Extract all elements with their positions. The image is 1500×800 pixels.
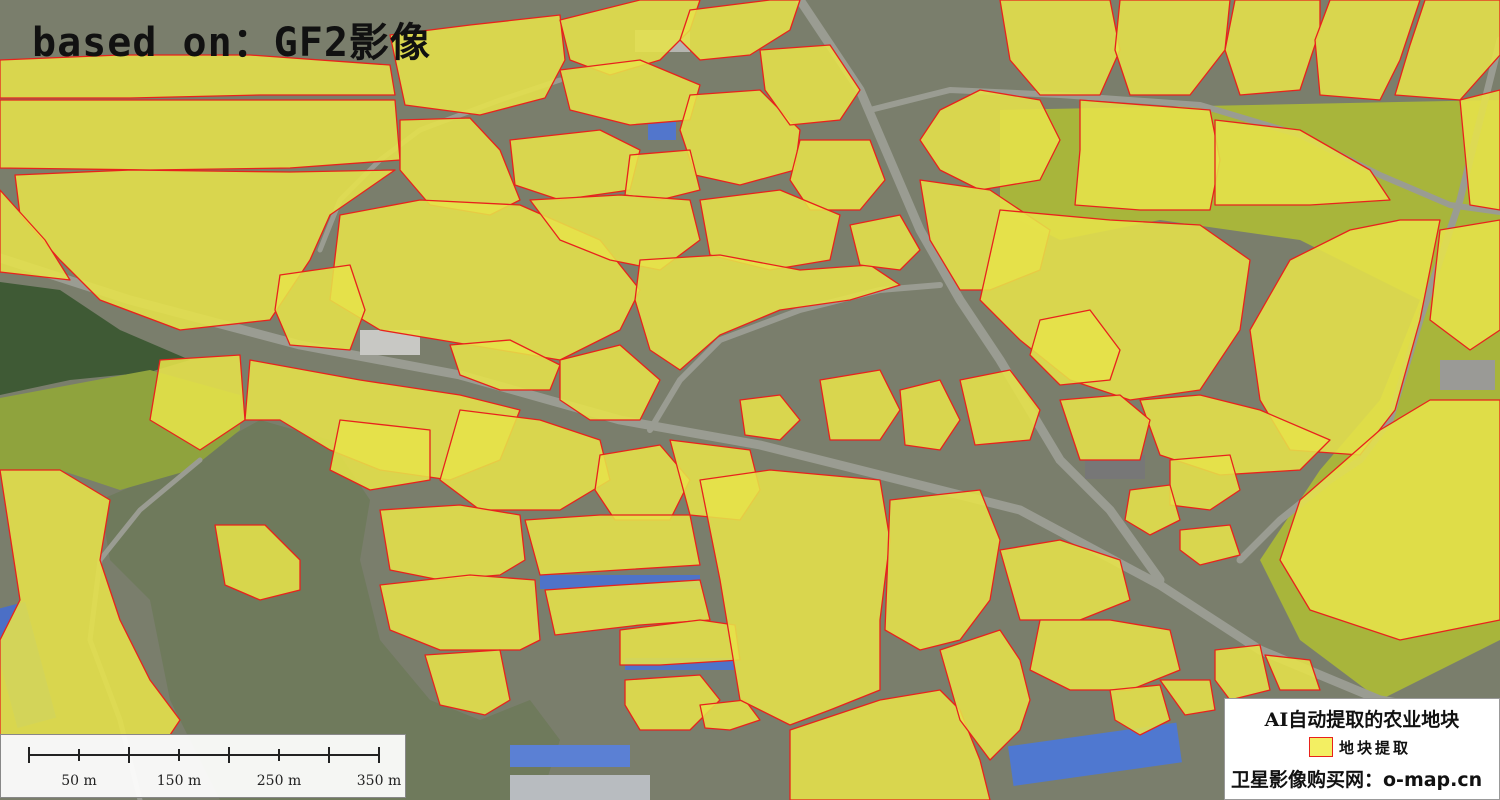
parcel bbox=[509, 129, 641, 201]
scale-bar: 50 m 150 m 250 m 350 m bbox=[0, 734, 406, 798]
roof-gray bbox=[1440, 360, 1495, 390]
scale-label-50m: 50 m bbox=[61, 773, 97, 789]
roof-blue bbox=[510, 745, 630, 767]
parcel bbox=[0, 99, 401, 171]
scale-label-150m: 150 m bbox=[156, 773, 202, 789]
parcel bbox=[524, 514, 701, 576]
map-title: based on：GF2影像 bbox=[32, 20, 431, 66]
legend: AI自动提取的农业地块 地块提取 卫星影像购买网：o-map.cn bbox=[1224, 698, 1500, 800]
roof-blue bbox=[648, 122, 676, 140]
map-image bbox=[0, 0, 1500, 800]
map-canvas[interactable]: based on：GF2影像 50 m 150 m 250 m 350 m AI… bbox=[0, 0, 1500, 800]
parcel bbox=[1214, 644, 1271, 701]
scale-label-350m: 350 m bbox=[356, 773, 402, 789]
scale-bar-ruler bbox=[28, 747, 380, 763]
scale-label-250m: 250 m bbox=[256, 773, 302, 789]
legend-credit: 卫星影像购买网：o-map.cn bbox=[1231, 769, 1483, 791]
legend-swatch-parcel bbox=[1309, 737, 1333, 757]
parcel bbox=[274, 264, 366, 351]
legend-title: AI自动提取的农业地块 bbox=[1264, 709, 1460, 731]
legend-item-label: 地块提取 bbox=[1339, 739, 1412, 757]
parcel bbox=[379, 504, 526, 581]
parcel bbox=[624, 149, 701, 201]
roof-gray bbox=[510, 775, 650, 800]
parcel bbox=[1074, 99, 1221, 211]
parcel bbox=[1029, 619, 1181, 691]
